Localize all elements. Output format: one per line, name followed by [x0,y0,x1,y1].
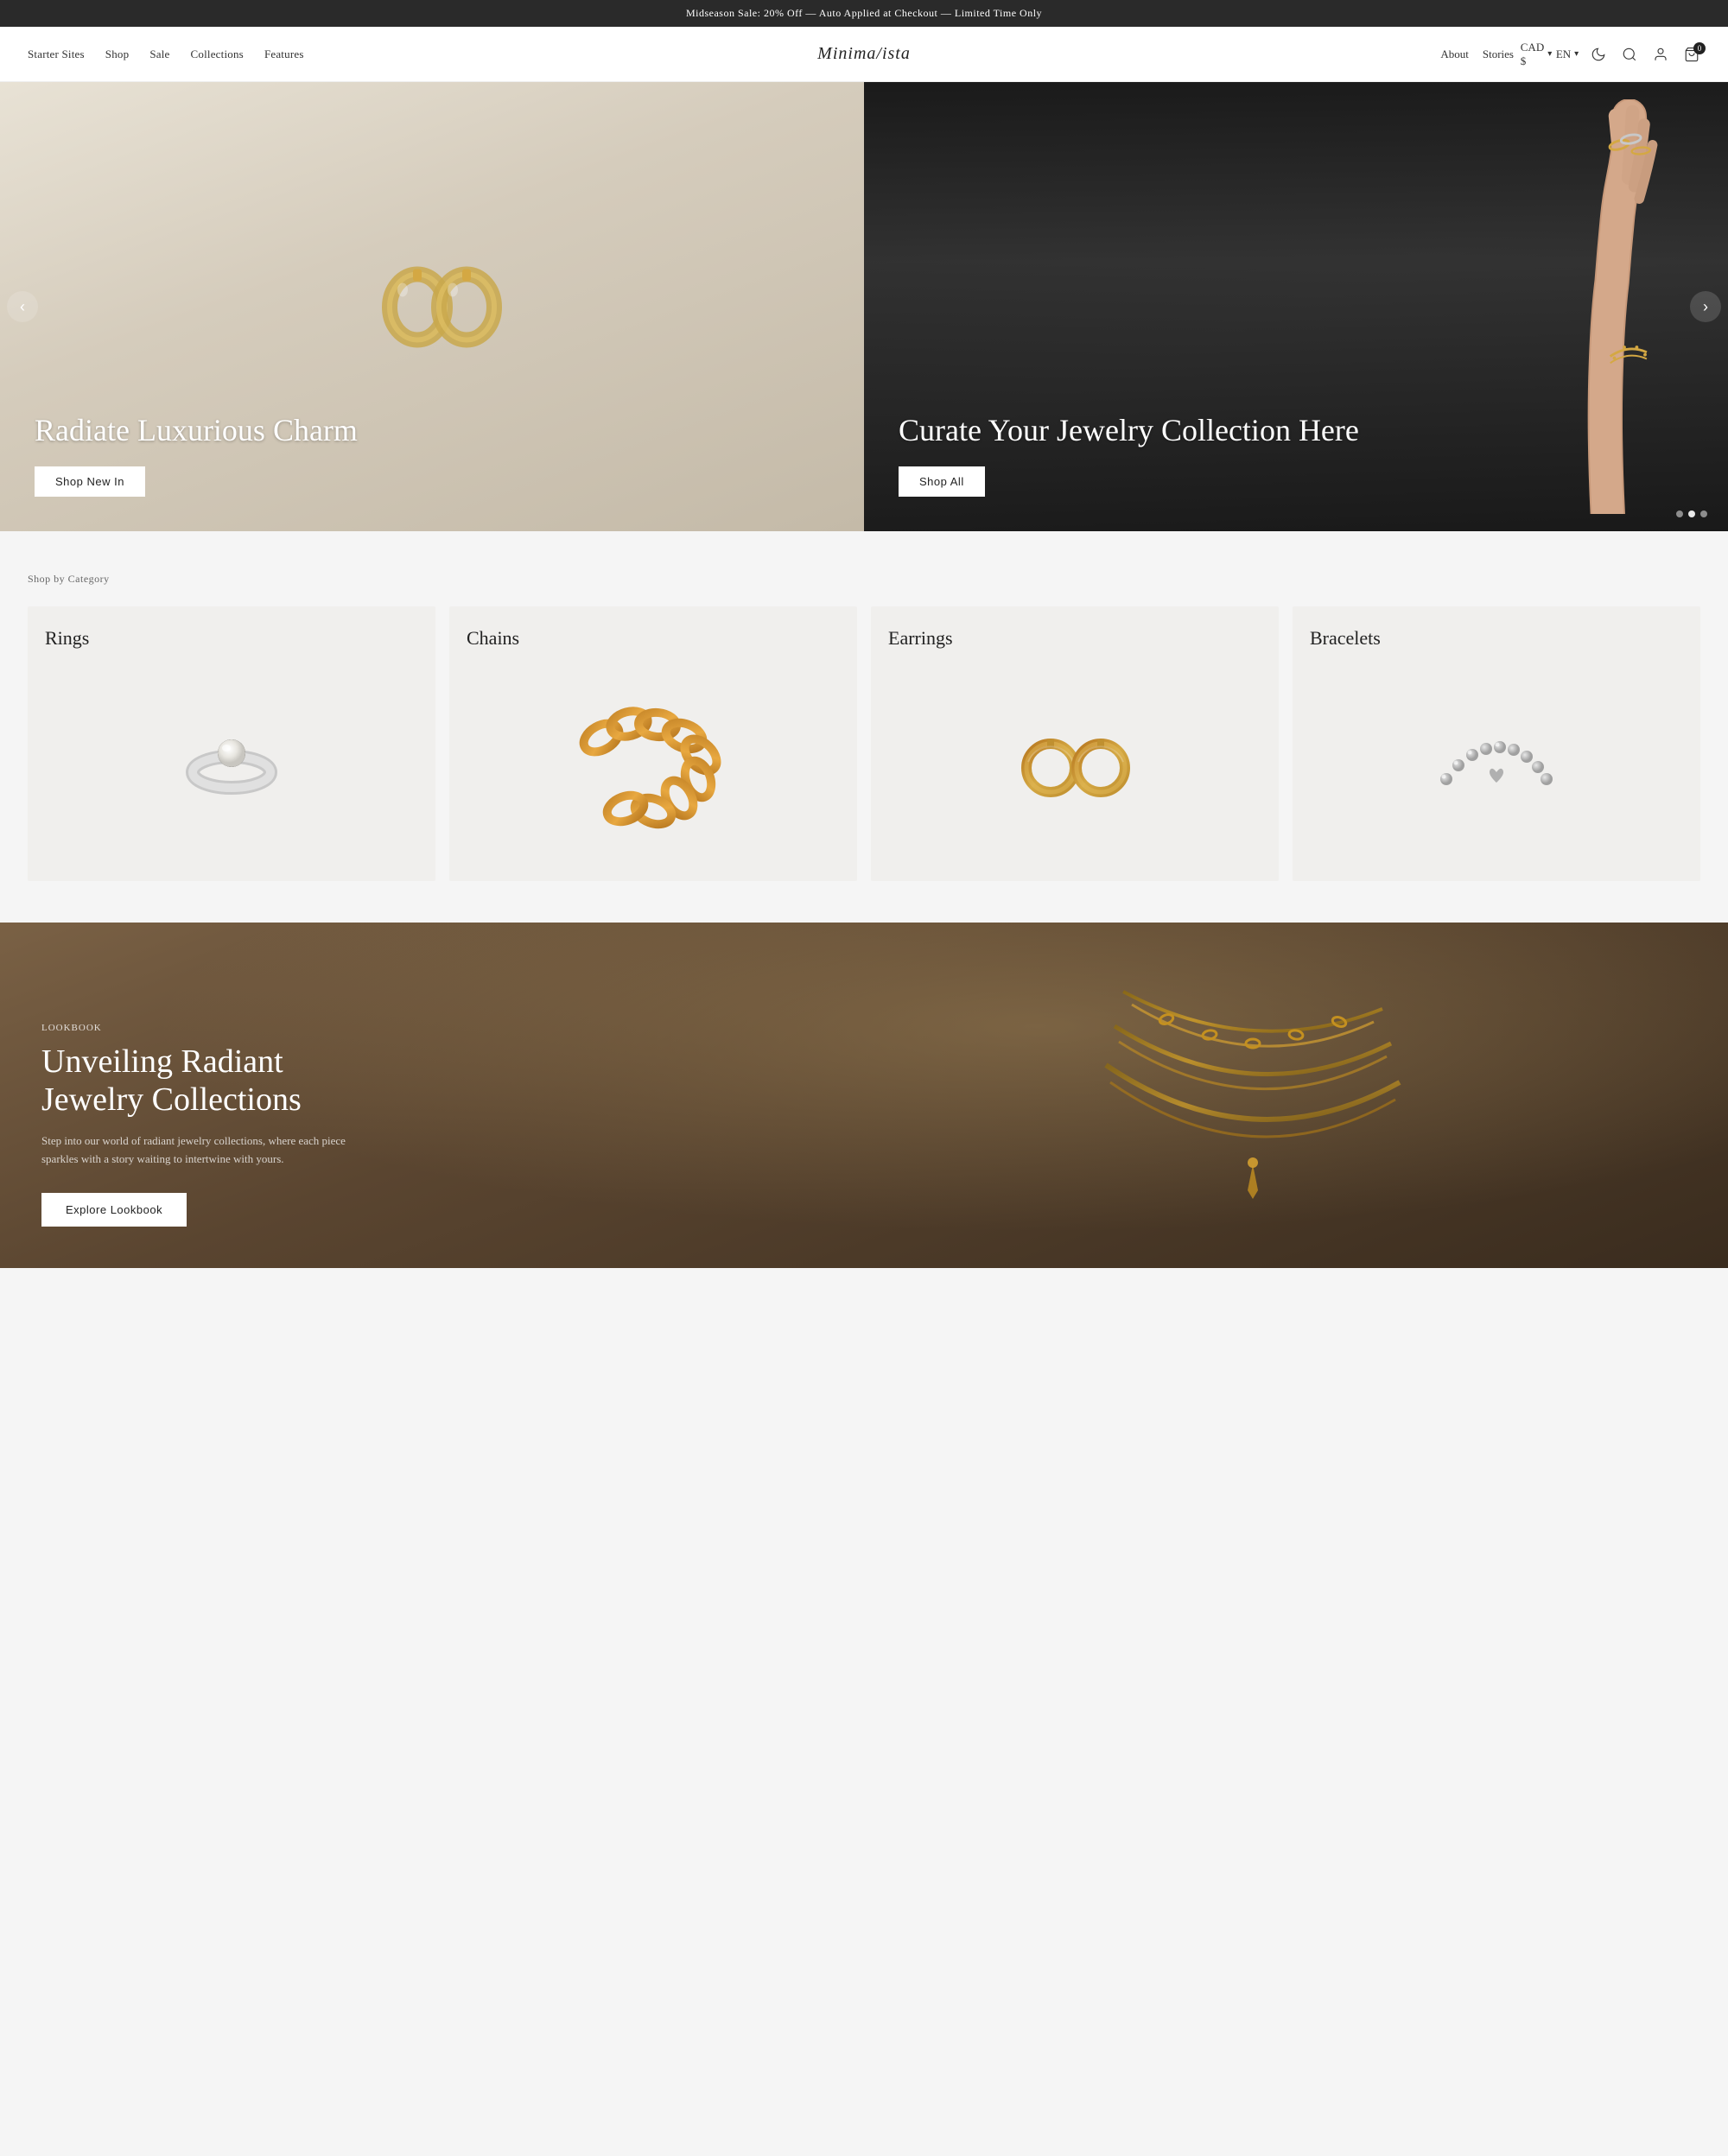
hero-earring-image [370,245,508,358]
shop-all-button[interactable]: Shop All [899,466,985,497]
nav-about[interactable]: About [1440,48,1469,61]
cart-icon[interactable]: 0 [1683,46,1700,63]
chains-image-area [467,663,840,864]
ring-image [171,720,292,807]
hero-dot-2[interactable] [1700,510,1707,517]
hero-section: Radiate Luxurious Charm Shop New In [0,82,1728,531]
dark-mode-toggle[interactable] [1590,46,1607,63]
main-nav: Starter Sites Shop Sale Collections Feat… [0,27,1728,82]
hero-prev-button[interactable]: ‹ [7,291,38,322]
nav-shop[interactable]: Shop [105,48,130,61]
chain-image [567,677,740,850]
nav-left: Starter Sites Shop Sale Collections Feat… [28,48,304,61]
hero-dots [1676,510,1707,517]
nav-sale[interactable]: Sale [149,48,169,61]
hero-left-panel: Radiate Luxurious Charm Shop New In [0,82,864,531]
earrings-image-area [888,663,1261,864]
hero-left-content: Radiate Luxurious Charm Shop New In [35,412,358,497]
category-name-rings: Rings [45,627,418,650]
category-name-chains: Chains [467,627,840,650]
category-name-earrings: Earrings [888,627,1261,650]
nav-stories[interactable]: Stories [1483,48,1514,61]
language-chevron-icon: ▾ [1574,49,1579,59]
hero-hand-image [1555,99,1693,514]
category-card-chains[interactable]: Chains [449,606,857,881]
lookbook-tag: Lookbook [41,1023,353,1033]
earrings-category-image [1014,720,1135,807]
cart-count: 0 [1693,42,1706,54]
nav-features[interactable]: Features [264,48,304,61]
explore-lookbook-button[interactable]: Explore Lookbook [41,1193,187,1227]
nav-right: About Stories CAD $ ▾ EN ▾ [1440,46,1700,63]
shop-new-button[interactable]: Shop New In [35,466,145,497]
currency-chevron-icon: ▾ [1547,49,1552,59]
lookbook-necklace-image [778,923,1728,1268]
account-icon[interactable] [1652,46,1669,63]
search-icon[interactable] [1621,46,1638,63]
announcement-text: Midseason Sale: 20% Off — Auto Applied a… [686,7,1042,19]
category-grid: Rings Ch [28,606,1700,881]
lookbook-title: Unveiling Radiant Jewelry Collections [41,1043,353,1119]
hero-right-content: Curate Your Jewelry Collection Here Shop… [899,412,1359,497]
hero-next-button[interactable]: › [1690,291,1721,322]
category-name-bracelets: Bracelets [1310,627,1683,650]
category-card-earrings[interactable]: Earrings [871,606,1279,881]
category-section-label: Shop by Category [28,573,1700,586]
bracelets-image-area [1310,663,1683,864]
site-logo[interactable]: Minima/ista [817,44,911,64]
category-card-bracelets[interactable]: Bracelets [1293,606,1700,881]
hero-dot-1[interactable] [1688,510,1695,517]
category-card-rings[interactable]: Rings [28,606,435,881]
lookbook-section: Lookbook Unveiling Radiant Jewelry Colle… [0,923,1728,1268]
hero-right-panel: Curate Your Jewelry Collection Here Shop… [864,82,1728,531]
lookbook-content: Lookbook Unveiling Radiant Jewelry Colle… [41,1023,353,1227]
language-selector[interactable]: EN ▾ [1559,46,1576,63]
hero-left-title: Radiate Luxurious Charm [35,412,358,449]
hero-right-title: Curate Your Jewelry Collection Here [899,412,1359,449]
nav-starter-sites[interactable]: Starter Sites [28,48,85,61]
rings-image-area [45,663,418,864]
category-section: Shop by Category Rings [0,531,1728,923]
lookbook-description: Step into our world of radiant jewelry c… [41,1132,353,1169]
currency-selector[interactable]: CAD $ ▾ [1528,46,1545,63]
nav-collections[interactable]: Collections [191,48,244,61]
bracelet-image [1427,720,1566,807]
hero-dot-0[interactable] [1676,510,1683,517]
announcement-bar: Midseason Sale: 20% Off — Auto Applied a… [0,0,1728,27]
